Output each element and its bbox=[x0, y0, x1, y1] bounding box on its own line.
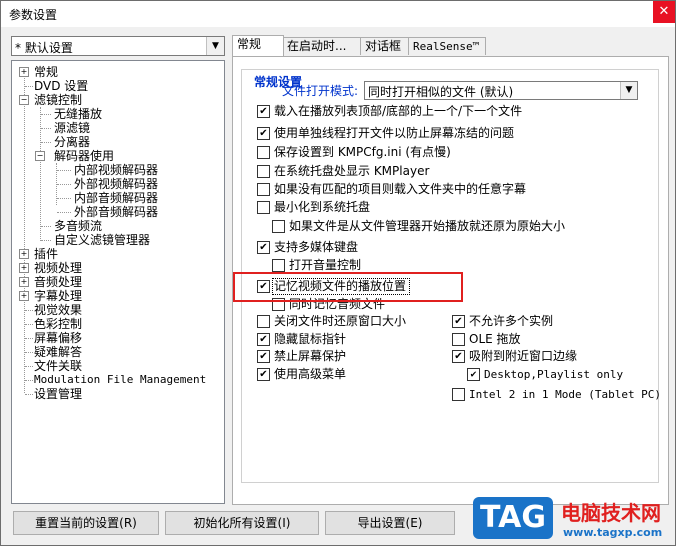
checkbox[interactable]: ✔ bbox=[257, 333, 270, 346]
profile-select-value: * 默认设置 bbox=[15, 41, 73, 55]
settings-window: 参数设置 ✕ * 默认设置 ▼ + 常规 DVD 设置 − 滤镜控制 无缝播放 … bbox=[0, 0, 676, 546]
tree-item-internal-audio-decoder[interactable]: 内部音频解码器 bbox=[74, 191, 158, 205]
tree-item-general[interactable]: 常规 bbox=[34, 65, 58, 79]
checkbox[interactable] bbox=[452, 388, 465, 401]
tree-collapse-icon[interactable]: − bbox=[19, 95, 29, 105]
open-mode-select[interactable]: 同时打开相似的文件 (默认) ▼ bbox=[364, 81, 638, 100]
tree-item-seamless[interactable]: 无缝播放 bbox=[54, 107, 102, 121]
tree-item-internal-video-decoder[interactable]: 内部视频解码器 bbox=[74, 163, 158, 177]
checkbox[interactable]: ✔ bbox=[467, 368, 480, 381]
watermark: TAG 电脑技术网 www.tagxp.com bbox=[473, 493, 673, 545]
settings-tree[interactable]: + 常规 DVD 设置 − 滤镜控制 无缝播放 源滤镜 分离器 − 解码器使用 … bbox=[11, 60, 225, 504]
profile-select[interactable]: * 默认设置 ▼ bbox=[11, 36, 225, 56]
open-mode-value: 同时打开相似的文件 (默认) bbox=[368, 85, 514, 99]
checkbox[interactable] bbox=[257, 183, 270, 196]
watermark-url: www.tagxp.com bbox=[563, 526, 663, 539]
checkbox[interactable]: ✔ bbox=[257, 350, 270, 363]
checkbox[interactable] bbox=[257, 315, 270, 328]
checkbox[interactable]: ✔ bbox=[452, 350, 465, 363]
checkbox[interactable] bbox=[257, 201, 270, 214]
tree-item-custom-filter-manager[interactable]: 自定义滤镜管理器 bbox=[54, 233, 150, 247]
tree-expand-icon[interactable]: + bbox=[19, 291, 29, 301]
tree-item-modulation-file-management[interactable]: Modulation File Management bbox=[34, 373, 206, 387]
tree-item-troubleshooting[interactable]: 疑难解答 bbox=[34, 345, 82, 359]
tree-item-color-control[interactable]: 色彩控制 bbox=[34, 317, 82, 331]
tab-on-startup[interactable]: 在启动时... bbox=[282, 37, 362, 55]
checkbox[interactable] bbox=[257, 165, 270, 178]
tree-item-decoder[interactable]: 解码器使用 bbox=[54, 149, 114, 163]
chevron-down-icon[interactable]: ▼ bbox=[206, 37, 224, 55]
close-icon[interactable]: ✕ bbox=[653, 1, 675, 23]
tree-item-external-video-decoder[interactable]: 外部视频解码器 bbox=[74, 177, 158, 191]
tree-expand-icon[interactable]: + bbox=[19, 263, 29, 273]
tree-item-plugins[interactable]: 插件 bbox=[34, 247, 58, 261]
tree-expand-icon[interactable]: + bbox=[19, 67, 29, 77]
tree-expand-icon[interactable]: + bbox=[19, 277, 29, 287]
tree-item-source-filter[interactable]: 源滤镜 bbox=[54, 121, 90, 135]
title-bar: 参数设置 ✕ bbox=[1, 1, 675, 27]
tree-expand-icon[interactable]: + bbox=[19, 249, 29, 259]
tree-item-audio-processing[interactable]: 音频处理 bbox=[34, 275, 82, 289]
tag-logo: TAG bbox=[473, 497, 553, 539]
tree-item-settings-management[interactable]: 设置管理 bbox=[34, 387, 82, 401]
reset-current-button[interactable]: 重置当前的设置(R) bbox=[13, 511, 159, 535]
tree-item-filter-control[interactable]: 滤镜控制 bbox=[34, 93, 82, 107]
tree-item-dvd[interactable]: DVD 设置 bbox=[34, 79, 88, 93]
checkbox[interactable] bbox=[257, 146, 270, 159]
tree-item-subtitle-processing[interactable]: 字幕处理 bbox=[34, 289, 82, 303]
tree-item-file-association[interactable]: 文件关联 bbox=[34, 359, 82, 373]
checkbox[interactable]: ✔ bbox=[257, 127, 270, 140]
checkbox[interactable]: ✔ bbox=[257, 368, 270, 381]
checkbox[interactable] bbox=[272, 220, 285, 233]
tree-item-external-audio-decoder[interactable]: 外部音频解码器 bbox=[74, 205, 158, 219]
tab-dialogs[interactable]: 对话框 bbox=[360, 37, 410, 55]
watermark-text: 电脑技术网 bbox=[561, 501, 661, 525]
tree-item-screen-offset[interactable]: 屏幕偏移 bbox=[34, 331, 82, 345]
tree-item-multi-audio[interactable]: 多音频流 bbox=[54, 219, 102, 233]
checkbox[interactable]: ✔ bbox=[257, 105, 270, 118]
export-settings-button[interactable]: 导出设置(E) bbox=[325, 511, 455, 535]
checkbox[interactable] bbox=[452, 333, 465, 346]
tab-general[interactable]: 常规 bbox=[232, 35, 284, 56]
tree-item-video-processing[interactable]: 视频处理 bbox=[34, 261, 82, 275]
open-mode-label: 文件打开模式: bbox=[282, 84, 359, 98]
checkbox[interactable]: ✔ bbox=[452, 315, 465, 328]
window-title: 参数设置 bbox=[9, 8, 58, 22]
checkbox[interactable] bbox=[272, 259, 285, 272]
annotation-highlight-box bbox=[233, 272, 463, 302]
tree-item-visual-effects[interactable]: 视觉效果 bbox=[34, 303, 82, 317]
chevron-down-icon[interactable]: ▼ bbox=[620, 82, 637, 99]
tree-collapse-icon[interactable]: − bbox=[35, 151, 45, 161]
tab-realsense[interactable]: RealSense™ bbox=[408, 37, 486, 55]
tree-item-splitter[interactable]: 分离器 bbox=[54, 135, 90, 149]
checkbox[interactable]: ✔ bbox=[257, 241, 270, 254]
init-all-button[interactable]: 初始化所有设置(I) bbox=[165, 511, 319, 535]
